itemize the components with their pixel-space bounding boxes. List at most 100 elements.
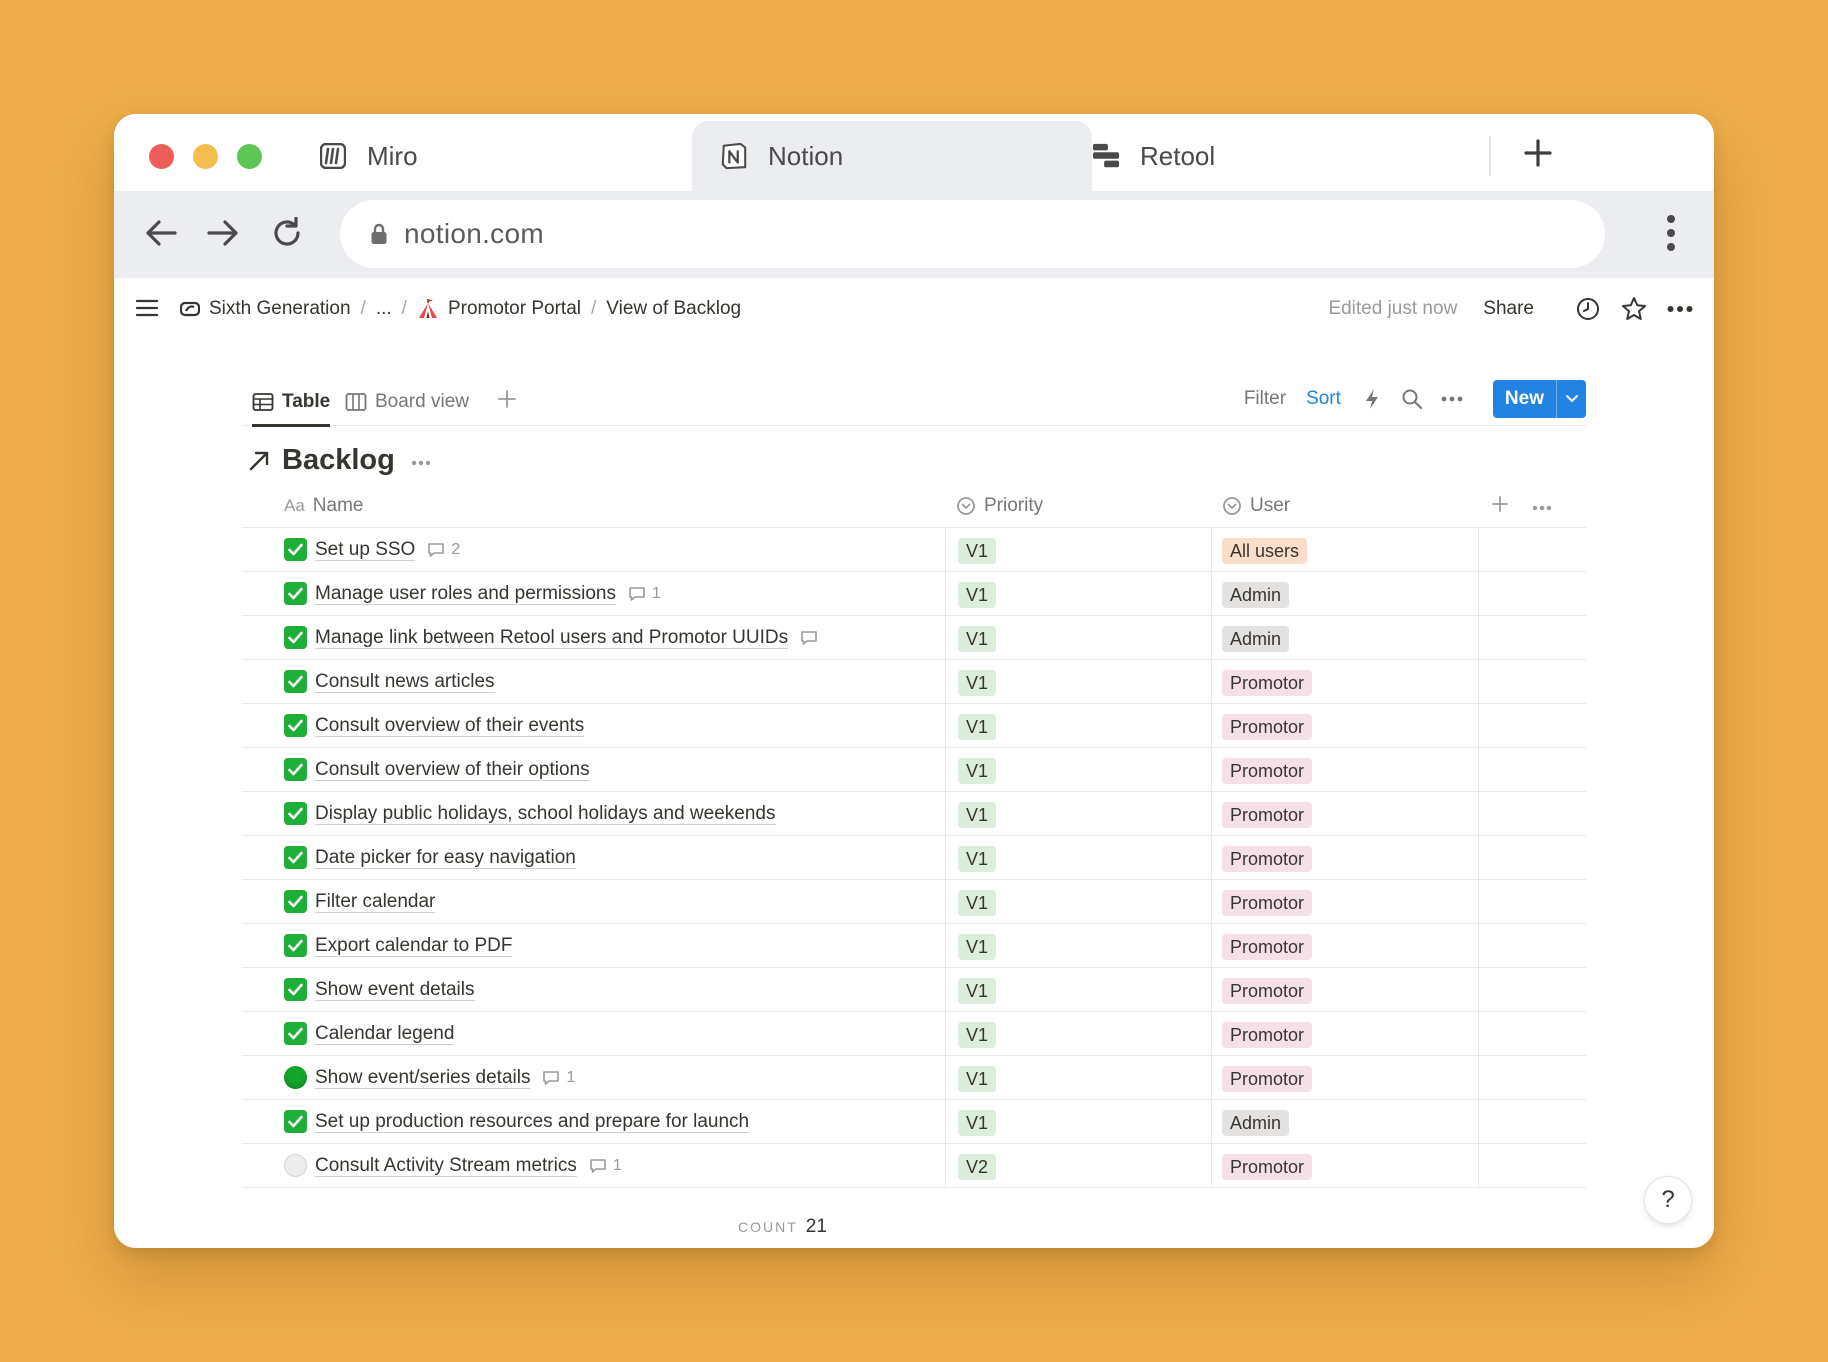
tab-notion[interactable]: Notion [692,121,1092,191]
table-row[interactable]: Show event/series details 1 V1 Promotor [242,1056,1586,1100]
back-button[interactable] [136,208,186,258]
priority-tag[interactable]: V1 [958,890,997,916]
tab-table[interactable]: Table [252,378,331,427]
name-cell[interactable]: Manage user roles and permissions 1 [284,572,661,615]
priority-tag[interactable]: V1 [958,1022,997,1048]
priority-tag[interactable]: V2 [958,1154,997,1180]
task-name[interactable]: Export calendar to PDF [315,935,513,957]
table-row[interactable]: Export calendar to PDF V1 Promotor [242,924,1586,968]
user-tag[interactable]: Promotor [1222,890,1313,916]
breadcrumb-promotor-portal[interactable]: Promotor Portal [417,298,581,320]
table-row[interactable]: Manage user roles and permissions 1 V1 Admi… [242,572,1586,616]
column-header-user[interactable]: User [1222,484,1290,528]
user-tag[interactable]: Promotor [1222,758,1313,784]
task-name[interactable]: Manage link between Retool users and Pro… [315,627,789,649]
task-name[interactable]: Consult overview of their events [315,715,585,737]
name-cell[interactable]: Display public holidays, school holidays… [284,792,776,835]
name-cell[interactable]: Export calendar to PDF [284,924,513,967]
browser-menu-button[interactable] [1656,208,1686,258]
user-tag[interactable]: Promotor [1222,978,1313,1004]
sort-button[interactable]: Sort [1306,388,1341,410]
column-header-priority[interactable]: Priority [956,484,1043,528]
priority-tag[interactable]: V1 [958,978,997,1004]
task-name[interactable]: Set up production resources and prepare … [315,1111,750,1133]
new-tab-button[interactable] [1516,131,1560,175]
priority-tag[interactable]: V1 [958,670,997,696]
new-button[interactable]: New [1492,380,1556,418]
address-bar[interactable]: notion.com [340,200,1605,268]
automation-button[interactable] [1359,386,1385,412]
user-tag[interactable]: Promotor [1222,714,1313,740]
name-cell[interactable]: Set up production resources and prepare … [284,1100,750,1143]
user-tag[interactable]: Promotor [1222,846,1313,872]
name-cell[interactable]: Show event/series details 1 [284,1056,575,1099]
breadcrumb-ellipsis[interactable]: ... [376,298,392,320]
table-row[interactable]: Display public holidays, school holidays… [242,792,1586,836]
name-cell[interactable]: Consult overview of their events [284,704,585,747]
add-property-button[interactable] [1490,494,1512,516]
table-row[interactable]: Consult news articles V1 Promotor [242,660,1586,704]
task-name[interactable]: Manage user roles and permissions [315,583,616,605]
filter-button[interactable]: Filter [1244,388,1286,410]
task-name[interactable]: Consult Activity Stream metrics [315,1155,577,1177]
table-row[interactable]: Filter calendar V1 Promotor [242,880,1586,924]
task-name[interactable]: Show event details [315,979,475,1001]
forward-button[interactable] [198,208,248,258]
task-name[interactable]: Filter calendar [315,891,436,913]
database-more-button[interactable] [411,449,431,472]
priority-tag[interactable]: V1 [958,538,997,564]
user-tag[interactable]: Promotor [1222,1154,1313,1180]
task-name[interactable]: Show event/series details [315,1067,531,1089]
user-tag[interactable]: Admin [1222,626,1290,652]
name-cell[interactable]: Filter calendar [284,880,436,923]
close-window-button[interactable] [149,144,174,169]
table-row[interactable]: Date picker for easy navigation V1 Promoto… [242,836,1586,880]
name-cell[interactable]: Consult overview of their options [284,748,590,791]
breadcrumb-current-view[interactable]: View of Backlog [606,298,741,320]
breadcrumb-workspace[interactable]: Sixth Generation [180,298,351,320]
database-title-text[interactable]: Backlog [282,444,395,477]
name-cell[interactable]: Date picker for easy navigation [284,836,576,879]
reload-button[interactable] [262,208,312,258]
sidebar-toggle-button[interactable] [134,295,160,321]
priority-tag[interactable]: V1 [958,802,997,828]
comment-count[interactable]: 1 [628,585,661,603]
task-name[interactable]: Display public holidays, school holidays… [315,803,776,825]
table-row[interactable]: Calendar legend V1 Promotor [242,1012,1586,1056]
help-button[interactable]: ? [1644,1176,1692,1224]
new-dropdown-button[interactable] [1556,380,1586,418]
user-tag[interactable]: All users [1222,538,1308,564]
priority-tag[interactable]: V1 [958,1066,997,1092]
add-view-button[interactable] [496,388,522,414]
user-tag[interactable]: Promotor [1222,934,1313,960]
properties-more-button[interactable] [1532,494,1558,516]
priority-tag[interactable]: V1 [958,846,997,872]
user-tag[interactable]: Promotor [1222,802,1313,828]
table-row[interactable]: Set up SSO 2 V1 All users [242,528,1586,572]
task-name[interactable]: Date picker for easy navigation [315,847,576,869]
user-tag[interactable]: Admin [1222,1110,1290,1136]
name-cell[interactable]: Set up SSO 2 [284,528,460,571]
priority-tag[interactable]: V1 [958,1110,997,1136]
name-cell[interactable]: Consult Activity Stream metrics 1 [284,1144,622,1187]
favorite-button[interactable] [1620,295,1648,323]
table-row[interactable]: Set up production resources and prepare … [242,1100,1586,1144]
zoom-window-button[interactable] [237,144,262,169]
search-button[interactable] [1399,386,1425,412]
name-cell[interactable]: Manage link between Retool users and Pro… [284,616,824,659]
minimize-window-button[interactable] [193,144,218,169]
task-name[interactable]: Set up SSO [315,539,416,561]
comment-count[interactable] [800,630,824,646]
page-more-button[interactable] [1666,295,1694,323]
table-row[interactable]: Consult overview of their events V1 Promot… [242,704,1586,748]
tab-retool[interactable]: Retool [1092,121,1492,191]
view-more-button[interactable] [1439,386,1465,412]
name-cell[interactable]: Show event details [284,968,475,1011]
comment-count[interactable]: 1 [589,1157,622,1175]
priority-tag[interactable]: V1 [958,582,997,608]
name-cell[interactable]: Consult news articles [284,660,495,703]
share-button[interactable]: Share [1483,298,1534,320]
table-row[interactable]: Consult Activity Stream metrics 1 V2 Promot… [242,1144,1586,1188]
table-footer-count[interactable]: COUNT 21 [738,1216,827,1238]
name-cell[interactable]: Calendar legend [284,1012,455,1055]
